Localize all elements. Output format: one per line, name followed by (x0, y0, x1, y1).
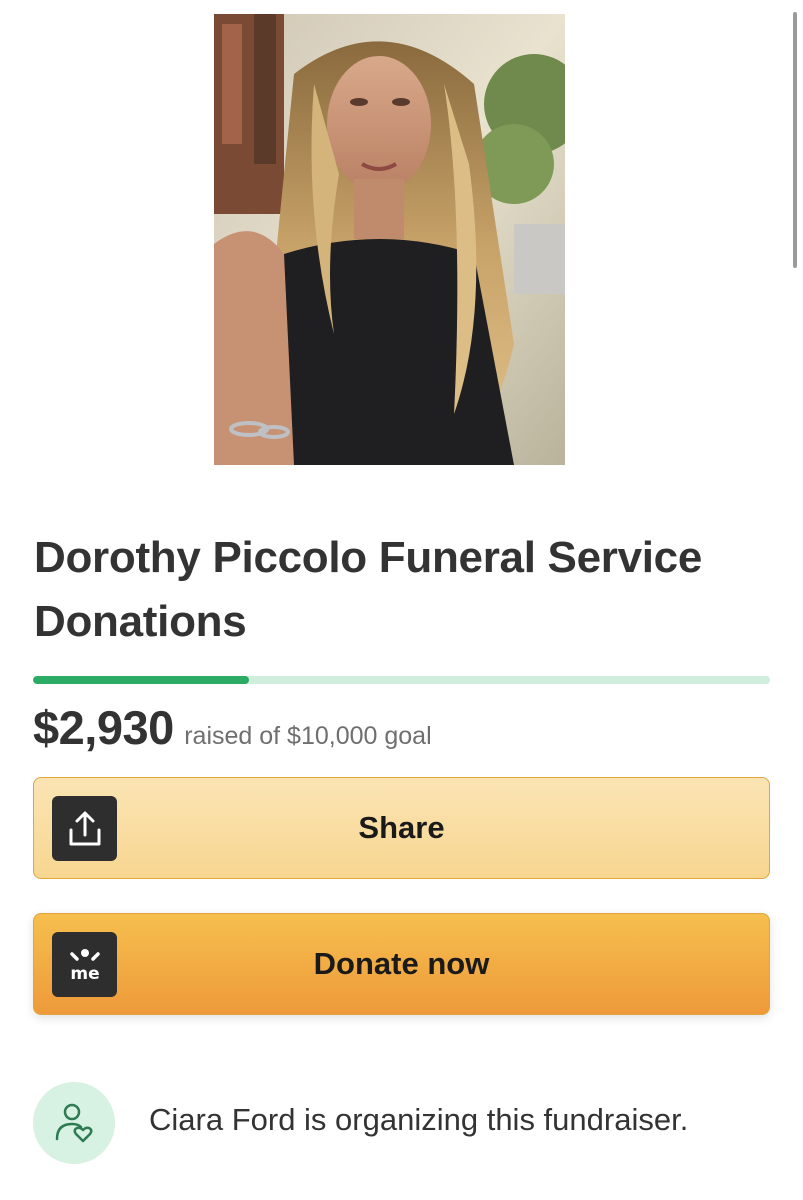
goal-text: raised of $10,000 goal (184, 722, 432, 750)
campaign-photo (214, 14, 565, 465)
scrollbar[interactable] (793, 12, 797, 268)
donate-now-button-label: Donate now (313, 946, 490, 981)
share-button-label: Share (358, 810, 445, 845)
organizer-row: Ciara Ford is organizing this fundraiser… (33, 1082, 773, 1166)
amount-raised: $2,930 (33, 701, 174, 754)
progress-bar-fill (33, 676, 249, 684)
donate-now-button[interactable]: me Donate now (33, 913, 770, 1015)
share-button[interactable]: Share (33, 777, 770, 879)
progress-bar (33, 676, 770, 684)
user-heart-icon (33, 1082, 115, 1164)
campaign-title: Dorothy Piccolo Funeral Service Donation… (34, 533, 703, 646)
organizer-text: Ciara Ford is organizing this fundraiser… (149, 1102, 689, 1137)
amount-raised-row: $2,930 raised of $10,000 goal (33, 700, 432, 755)
